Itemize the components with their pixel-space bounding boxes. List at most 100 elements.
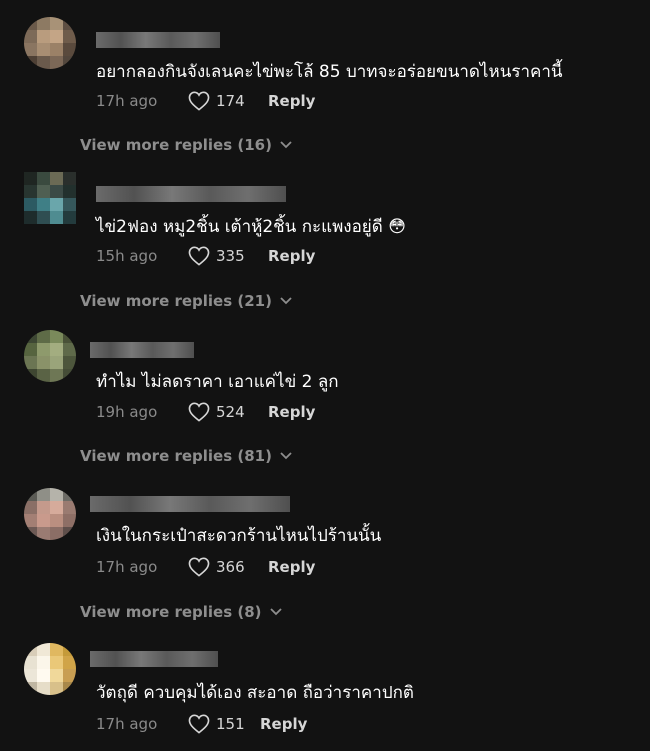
- view-more-replies[interactable]: View more replies (21): [80, 292, 292, 310]
- avatar-pixel: [50, 669, 63, 682]
- avatar-pixel: [37, 527, 50, 540]
- avatar-pixel: [24, 527, 37, 540]
- avatar-pixel: [63, 17, 76, 30]
- avatar-pixel: [37, 514, 50, 527]
- comment-text: วัตถุดี ควบคุมได้เอง สะอาด ถือว่าราคาปกต…: [96, 683, 414, 703]
- avatar-pixel: [24, 211, 37, 224]
- avatar-pixel: [50, 198, 63, 211]
- chevron-down-icon: [280, 297, 292, 305]
- avatar[interactable]: [24, 643, 76, 695]
- avatar-pixel: [50, 527, 63, 540]
- like-button[interactable]: 524: [188, 402, 268, 422]
- avatar-pixel: [37, 185, 50, 198]
- heart-icon: [188, 402, 210, 422]
- avatar-pixel: [24, 356, 37, 369]
- heart-icon: [188, 557, 210, 577]
- username-blurred[interactable]: [96, 186, 286, 202]
- comment-time: 17h ago: [96, 715, 158, 733]
- avatar-pixel: [50, 30, 63, 43]
- avatar-pixel: [63, 56, 76, 69]
- heart-icon: [188, 714, 210, 734]
- avatar-pixel: [50, 643, 63, 656]
- avatar-pixel: [24, 172, 37, 185]
- avatar-pixel: [24, 30, 37, 43]
- reply-button[interactable]: Reply: [260, 715, 307, 733]
- avatar-pixel: [24, 343, 37, 356]
- like-button[interactable]: 335: [188, 246, 268, 266]
- avatar-pixel: [50, 656, 63, 669]
- username-blurred[interactable]: [96, 32, 220, 48]
- avatar-pixel: [24, 501, 37, 514]
- view-more-label: View more replies (8): [80, 603, 262, 621]
- view-more-replies[interactable]: View more replies (16): [80, 136, 292, 154]
- avatar-pixel: [24, 488, 37, 501]
- avatar-pixel: [63, 198, 76, 211]
- avatar-pixel: [63, 185, 76, 198]
- chevron-down-icon: [280, 452, 292, 460]
- avatar-pixel: [63, 488, 76, 501]
- like-count: 174: [216, 92, 245, 110]
- view-more-replies[interactable]: View more replies (8): [80, 603, 282, 621]
- avatar[interactable]: [24, 330, 76, 382]
- username-blurred[interactable]: [90, 496, 290, 512]
- reply-button[interactable]: Reply: [268, 247, 315, 265]
- avatar-pixel: [37, 56, 50, 69]
- view-more-replies[interactable]: View more replies (81): [80, 447, 292, 465]
- avatar-pixel: [63, 643, 76, 656]
- avatar-pixel: [50, 330, 63, 343]
- avatar-pixel: [63, 669, 76, 682]
- comment-meta: 17h ago 151 Reply: [96, 714, 307, 734]
- avatar-pixel: [24, 643, 37, 656]
- like-button[interactable]: 151: [188, 714, 260, 734]
- reply-button[interactable]: Reply: [268, 558, 315, 576]
- avatar-pixel: [63, 343, 76, 356]
- avatar[interactable]: [24, 17, 76, 69]
- comment-meta: 15h ago 335 Reply: [96, 246, 315, 266]
- avatar-pixel: [37, 488, 50, 501]
- comment-meta: 17h ago 174 Reply: [96, 91, 315, 111]
- avatar-pixel: [63, 211, 76, 224]
- reply-button[interactable]: Reply: [268, 403, 315, 421]
- avatar-pixel: [37, 330, 50, 343]
- avatar-pixel: [50, 185, 63, 198]
- reply-button[interactable]: Reply: [268, 92, 315, 110]
- avatar-pixel: [24, 43, 37, 56]
- comment-text: ไข่2ฟอง หมู2ชิ้น เต้าหู้2ชิ้น กะแพงอยู่ด…: [96, 217, 406, 237]
- avatar-pixel: [63, 30, 76, 43]
- username-blurred[interactable]: [90, 651, 218, 667]
- avatar-pixel: [50, 514, 63, 527]
- avatar-pixel: [37, 656, 50, 669]
- avatar-pixel: [50, 356, 63, 369]
- comment-time: 19h ago: [96, 403, 158, 421]
- view-more-label: View more replies (81): [80, 447, 272, 465]
- avatar-pixel: [63, 330, 76, 343]
- avatar-pixel: [24, 514, 37, 527]
- avatar-pixel: [50, 172, 63, 185]
- username-blurred[interactable]: [90, 342, 194, 358]
- chevron-down-icon: [269, 608, 282, 616]
- comment-text: เงินในกระเป๋าสะดวกร้านไหนไปร้านนั้น: [96, 526, 382, 546]
- avatar-pixel: [50, 211, 63, 224]
- avatar-pixel: [63, 514, 76, 527]
- avatar-pixel: [24, 369, 37, 382]
- avatar-pixel: [63, 501, 76, 514]
- like-count: 366: [216, 558, 245, 576]
- avatar-pixel: [24, 330, 37, 343]
- avatar[interactable]: [24, 172, 76, 224]
- avatar-pixel: [63, 656, 76, 669]
- like-button[interactable]: 174: [188, 91, 268, 111]
- chevron-down-icon: [280, 141, 292, 149]
- avatar-pixel: [37, 343, 50, 356]
- avatar-pixel: [37, 682, 50, 695]
- avatar-pixel: [24, 198, 37, 211]
- comment-meta: 17h ago 366 Reply: [96, 557, 315, 577]
- like-button[interactable]: 366: [188, 557, 268, 577]
- like-count: 524: [216, 403, 245, 421]
- avatar[interactable]: [24, 488, 76, 540]
- avatar-pixel: [37, 669, 50, 682]
- avatar-pixel: [24, 185, 37, 198]
- avatar-pixel: [50, 488, 63, 501]
- avatar-pixel: [50, 501, 63, 514]
- view-more-label: View more replies (21): [80, 292, 272, 310]
- avatar-pixel: [37, 643, 50, 656]
